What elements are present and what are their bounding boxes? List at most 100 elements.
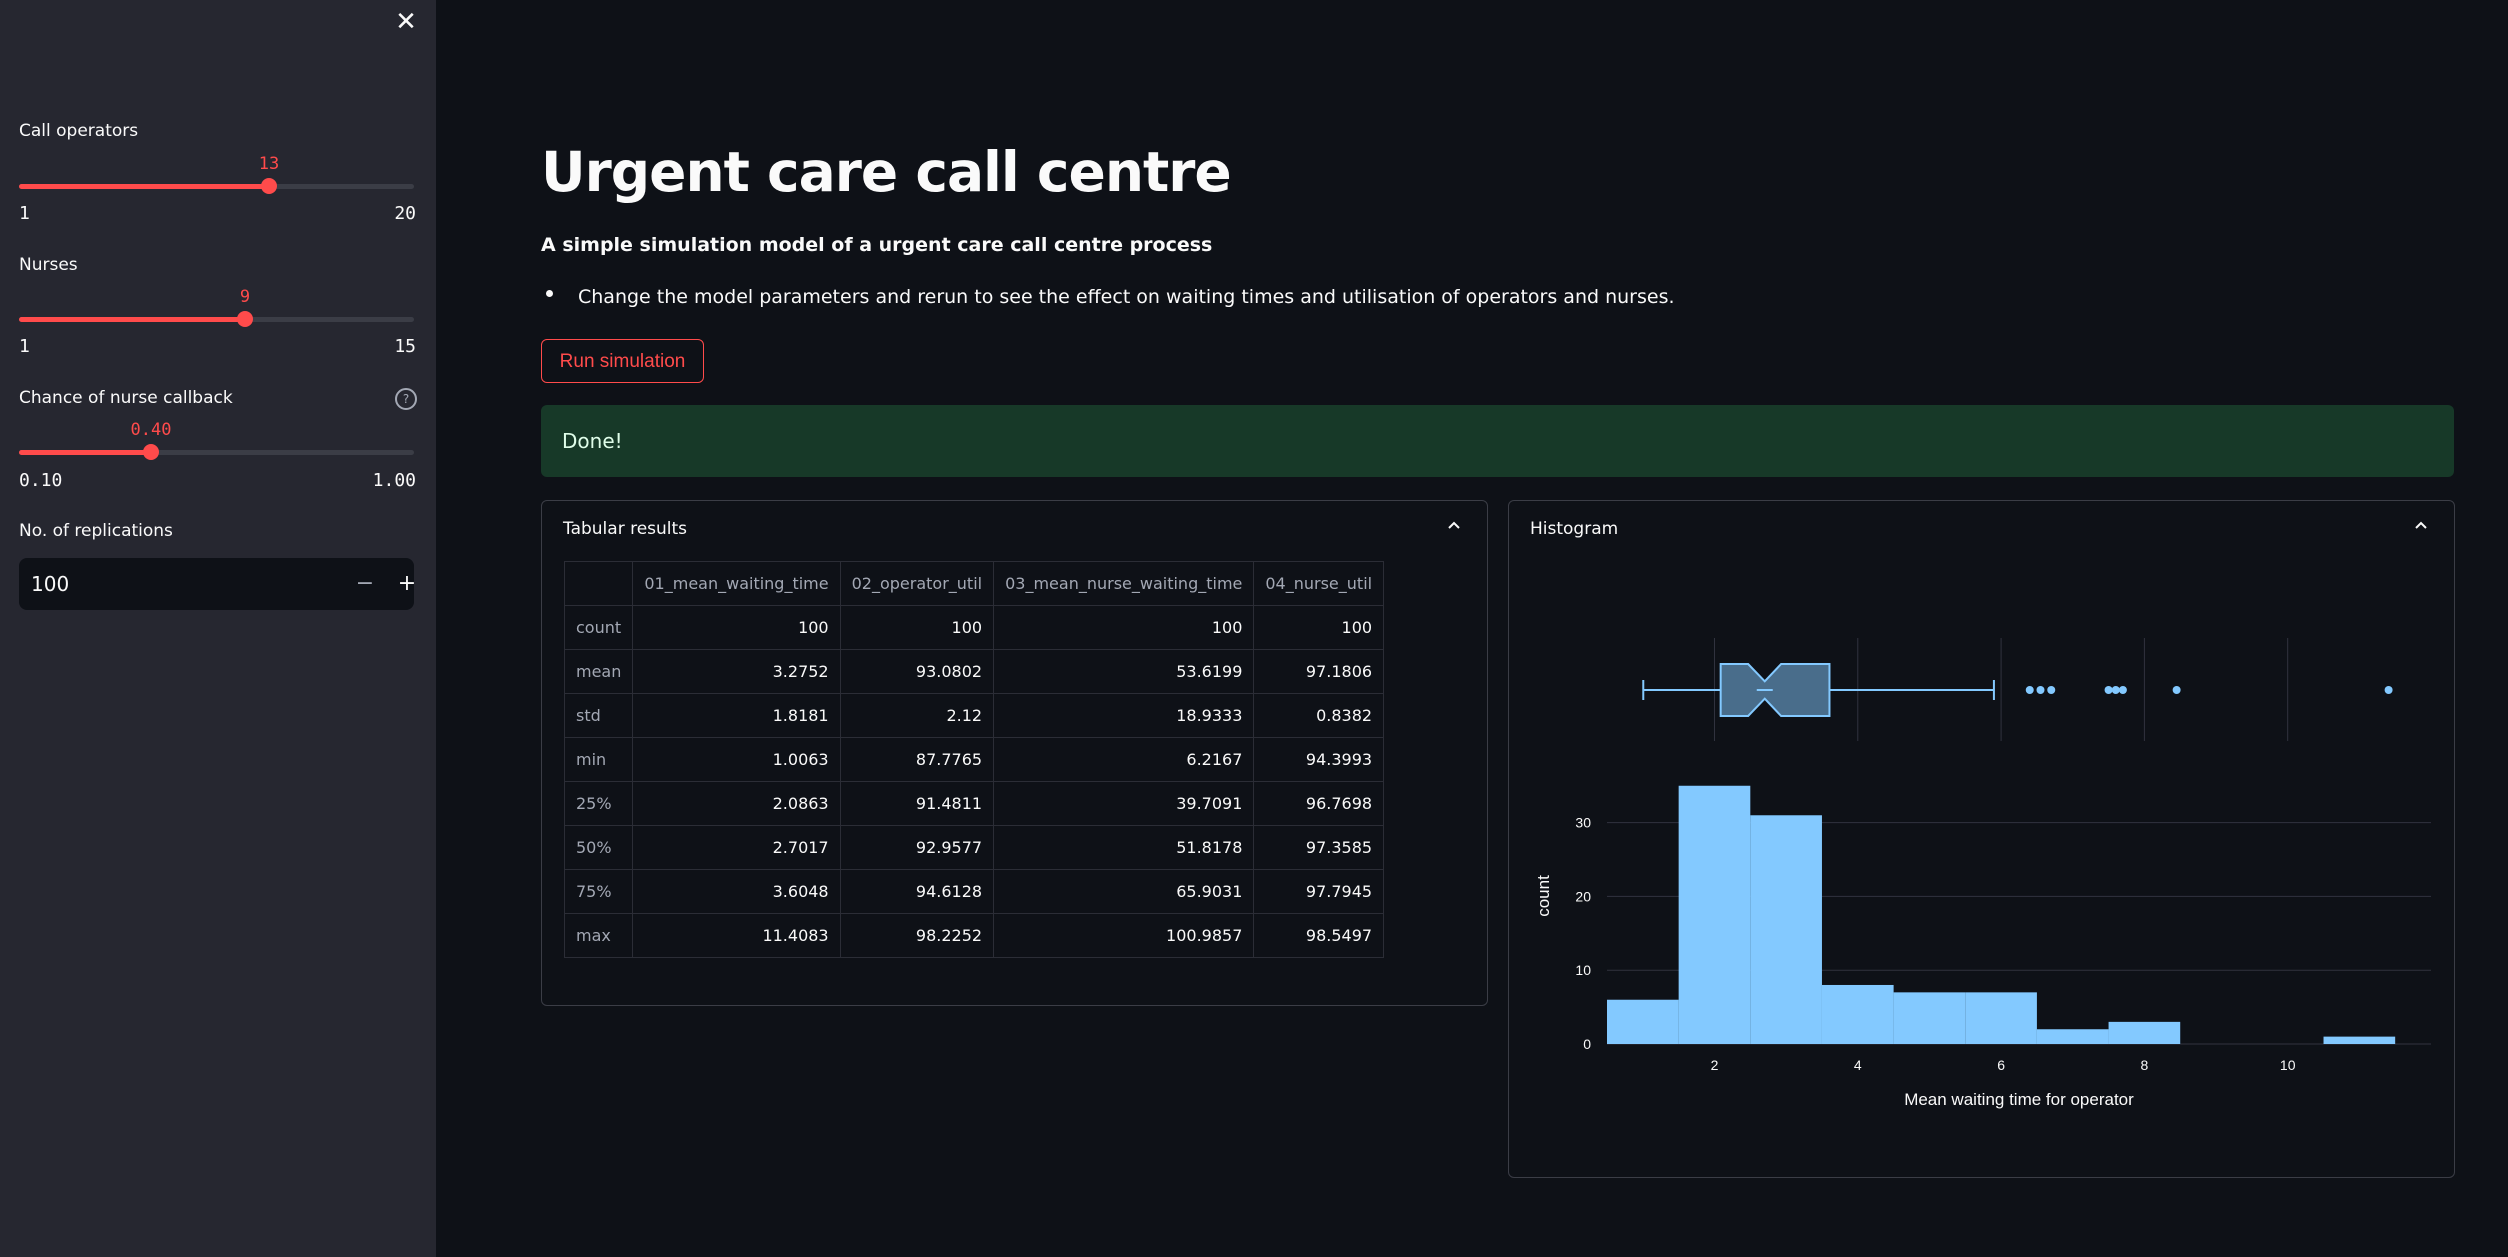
nurse-callback-slider[interactable]: 0.40 [19, 420, 414, 468]
histogram-bar [2036, 1029, 2109, 1044]
boxplot [1642, 663, 2393, 717]
replications-input[interactable]: 100 − + [19, 558, 416, 610]
histogram-bars [1607, 785, 2396, 1044]
slider-thumb[interactable] [143, 444, 159, 460]
table-cell: 0.8382 [1253, 693, 1385, 738]
column-header[interactable] [563, 561, 634, 606]
table-header-row: 01_mean_waiting_time 02_operator_util 03… [563, 561, 1385, 606]
table-cell: 92.9577 [839, 825, 995, 870]
replications-value[interactable]: 100 [31, 572, 69, 596]
boxplot-outlier [2036, 686, 2045, 694]
slider-min-label: 0.10 [19, 470, 63, 491]
status-message: Done! [562, 429, 623, 453]
column-header[interactable]: 01_mean_waiting_time [632, 561, 841, 606]
table-cell: 98.2252 [839, 913, 995, 958]
x-tick-label: 4 [1854, 1057, 1862, 1073]
page-subtitle: A simple simulation model of a urgent ca… [541, 234, 1213, 256]
table-cell: 1.8181 [632, 693, 841, 738]
slider-thumb[interactable] [237, 311, 253, 327]
table-row: count 100 100 100 100 [563, 605, 1385, 650]
row-label: 25% [563, 781, 634, 826]
boxplot-outlier [2104, 686, 2113, 694]
y-tick-label: 20 [1575, 888, 1591, 904]
row-label: mean [563, 649, 634, 694]
x-tick-label: 2 [1711, 1057, 1719, 1073]
column-header[interactable]: 04_nurse_util [1253, 561, 1385, 606]
table-cell: 2.12 [839, 693, 995, 738]
tabular-results-expander: Tabular results 01_mean_waiting_time 02_… [541, 500, 1488, 1006]
nurse-callback-label: Chance of nurse callback [19, 388, 233, 408]
x-tick-label: 6 [1997, 1057, 2005, 1073]
results-table: 01_mean_waiting_time 02_operator_util 03… [563, 561, 1385, 958]
histogram-bar [1821, 984, 1894, 1044]
table-cell: 94.3993 [1253, 737, 1385, 782]
table-row: std 1.8181 2.12 18.9333 0.8382 [563, 693, 1385, 738]
boxplot-outlier [2384, 686, 2393, 694]
y-tick-label: 0 [1583, 1036, 1591, 1052]
question-circle-icon[interactable]: ? [395, 388, 417, 410]
row-label: count [563, 605, 634, 650]
column-header[interactable]: 03_mean_nurse_waiting_time [993, 561, 1255, 606]
histogram-expander: Histogram 0 10 20 30 2 4 6 8 10 Mean waiting tim… [1508, 500, 2455, 1178]
column-header[interactable]: 02_operator_util [839, 561, 995, 606]
close-sidebar-icon[interactable]: ✕ [392, 8, 420, 36]
y-axis-label: count [1534, 875, 1553, 917]
decrement-button[interactable]: − [347, 566, 383, 602]
table-cell: 87.7765 [839, 737, 995, 782]
row-label: max [563, 913, 634, 958]
table-row: 50% 2.7017 92.9577 51.8178 97.3585 [563, 825, 1385, 870]
bullet-dot [546, 290, 553, 297]
table-cell: 53.6199 [993, 649, 1255, 694]
table-cell: 91.4811 [839, 781, 995, 826]
table-cell: 97.1806 [1253, 649, 1385, 694]
success-alert: Done! [541, 405, 2454, 477]
x-tick-label: 8 [2140, 1057, 2148, 1073]
call-operators-slider[interactable]: 13 [19, 154, 414, 202]
boxplot-outlier [2047, 686, 2056, 694]
slider-max-label: 20 [394, 203, 416, 224]
tabular-results-header[interactable]: Tabular results [563, 519, 687, 539]
slider-thumb[interactable] [261, 178, 277, 194]
table-cell: 100 [993, 605, 1255, 650]
table-cell: 39.7091 [993, 781, 1255, 826]
table-cell: 65.9031 [993, 869, 1255, 914]
slider-max-label: 1.00 [372, 470, 416, 491]
boxplot-outlier [2111, 686, 2120, 694]
row-label: std [563, 693, 634, 738]
chevron-up-icon[interactable] [1444, 515, 1464, 535]
slider-min-label: 1 [19, 203, 30, 224]
table-cell: 18.9333 [993, 693, 1255, 738]
table-row: 25% 2.0863 91.4811 39.7091 96.7698 [563, 781, 1385, 826]
table-cell: 97.7945 [1253, 869, 1385, 914]
table-cell: 100 [632, 605, 841, 650]
nurses-label: Nurses [19, 255, 78, 275]
run-simulation-button[interactable]: Run simulation [541, 339, 704, 383]
histogram-bar [1750, 815, 1822, 1044]
histogram-chart: 0 10 20 30 2 4 6 8 10 Mean waiting time for oper… [1534, 638, 2431, 1109]
histogram-bar [1678, 785, 1751, 1044]
histogram-bar [1965, 992, 2037, 1044]
histogram-bar [2323, 1036, 2396, 1044]
slider-fill [19, 450, 151, 455]
x-axis-label: Mean waiting time for operator [1904, 1090, 2134, 1109]
slider-max-label: 15 [394, 336, 416, 357]
row-label: 50% [563, 825, 634, 870]
table-cell: 100 [839, 605, 995, 650]
table-row: mean 3.2752 93.0802 53.6199 97.1806 [563, 649, 1385, 694]
increment-button[interactable]: + [389, 566, 425, 602]
table-cell: 98.5497 [1253, 913, 1385, 958]
table-cell: 100.9857 [993, 913, 1255, 958]
slider-value: 0.40 [130, 420, 172, 440]
boxplot-outlier [2118, 686, 2127, 694]
histogram-bar [1607, 999, 1679, 1044]
boxplot-outlier [2025, 686, 2034, 694]
page-title: Urgent care call centre [541, 140, 1232, 204]
table-cell: 1.0063 [632, 737, 841, 782]
histogram-bar [2108, 1021, 2181, 1044]
nurses-slider[interactable]: 9 [19, 287, 414, 335]
histogram-bar [1893, 992, 1966, 1044]
table-row: max 11.4083 98.2252 100.9857 98.5497 [563, 913, 1385, 958]
row-label: min [563, 737, 634, 782]
slider-value: 13 [258, 154, 280, 174]
y-tick-label: 10 [1575, 962, 1591, 978]
